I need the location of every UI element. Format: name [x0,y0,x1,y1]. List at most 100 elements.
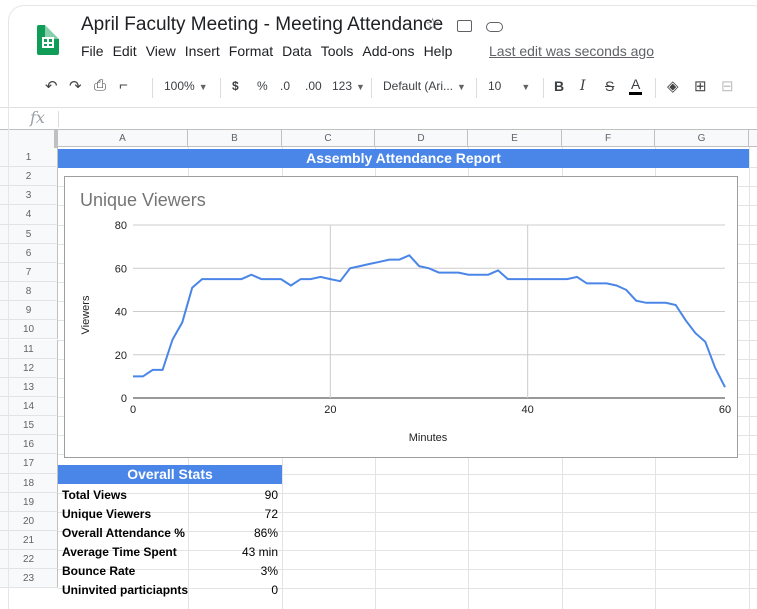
stat-label-bounce-rate[interactable]: Bounce Rate [62,564,135,578]
zoom-value: 100% [164,79,195,93]
stat-value-unique-viewers[interactable]: 72 [265,507,278,521]
x-tick-label: 0 [130,404,136,416]
x-tick-label: 20 [324,404,336,416]
fill-color-icon[interactable]: ◈ [667,77,679,95]
row-header-3[interactable]: 3 [0,186,58,206]
menu-addons[interactable]: Add-ons [362,43,414,59]
column-header-c[interactable]: C [282,130,375,147]
toolbar-divider [476,78,477,98]
row-header-18[interactable]: 18 [0,473,58,493]
merge-cells-icon[interactable]: ⊟ [721,77,734,95]
row-header-7[interactable]: 7 [0,262,58,283]
stat-value-avg-time[interactable]: 43 min [242,545,278,559]
last-edit-link[interactable]: Last edit was seconds ago [489,43,654,59]
menu-tools[interactable]: Tools [321,43,354,59]
zoom-select[interactable]: 100% ▼ [164,79,208,93]
menu-help[interactable]: Help [424,43,453,59]
row-gridline [58,492,757,494]
borders-icon[interactable]: ⊞ [694,77,707,95]
fx-icon: fx [30,108,45,127]
row-header-20[interactable]: 20 [0,511,58,531]
font-size-value: 10 [488,79,502,93]
report-title-cell[interactable]: Assembly Attendance Report [58,149,749,168]
row-header-14[interactable]: 14 [0,396,58,417]
font-select[interactable]: Default (Ari... ▼ [383,79,466,93]
row-header-16[interactable]: 16 [0,435,58,455]
stat-label-unique-viewers[interactable]: Unique Viewers [62,507,151,521]
menu-file[interactable]: File [81,43,104,59]
menu-bar: File Edit View Insert Format Data Tools … [81,43,461,59]
stat-value-attendance[interactable]: 86% [254,526,278,540]
text-color-button[interactable]: A [629,76,643,95]
number-format-value: 123 [332,79,353,93]
column-header-f[interactable]: F [562,130,655,147]
row-header-13[interactable]: 13 [0,377,58,397]
star-icon[interactable]: ☆ [425,16,443,34]
row-header-19[interactable]: 19 [0,492,58,512]
strikethrough-button[interactable]: S [605,78,614,94]
row-header-12[interactable]: 12 [0,358,58,378]
number-format-select[interactable]: 123 ▼ [332,79,365,93]
row-header-17[interactable]: 17 [0,454,58,474]
currency-button[interactable]: $ [232,79,239,93]
move-to-folder-icon[interactable] [455,16,473,34]
increase-decimal-button[interactable]: .00 [305,79,322,93]
menu-view[interactable]: View [146,43,176,59]
menu-insert[interactable]: Insert [185,43,220,59]
row-header-4[interactable]: 4 [0,205,58,225]
row-header-8[interactable]: 8 [0,282,58,302]
stat-label-uninvited[interactable]: Uninvited particiapnts [62,583,188,597]
stat-label-avg-time[interactable]: Average Time Spent [62,545,177,559]
stat-value-uninvited[interactable]: 0 [271,583,278,597]
formula-bar[interactable]: fx [0,107,757,129]
column-header-a[interactable]: A [58,130,188,147]
row-header-21[interactable]: 21 [0,531,58,551]
embedded-chart[interactable]: Unique Viewers 0 20 40 60 80 0 20 40 60 Minutes … [64,176,738,458]
row-header-15[interactable]: 15 [0,416,58,436]
x-tick-label: 40 [522,404,534,416]
y-axis-label: Viewers [80,295,92,334]
formula-divider [58,111,59,127]
stat-label-attendance[interactable]: Overall Attendance % [62,526,185,540]
row-header-10[interactable]: 10 [0,320,58,340]
column-header-g[interactable]: G [655,130,749,147]
toolbar-divider [371,78,372,98]
row-header-6[interactable]: 6 [0,243,58,263]
stat-value-total-views[interactable]: 90 [265,488,278,502]
row-header-22[interactable]: 22 [0,550,58,570]
stat-value-bounce-rate[interactable]: 3% [261,564,278,578]
row-header-2[interactable]: 2 [0,167,58,187]
sheets-logo-icon[interactable] [37,25,59,55]
font-size-select[interactable]: 10 ▼ [488,79,530,93]
row-header-11[interactable]: 11 [0,339,58,359]
italic-button[interactable]: I [580,78,586,94]
chevron-down-icon: ▼ [198,82,208,92]
decrease-decimal-button[interactable]: .0 [280,79,290,93]
redo-icon[interactable]: ↷ [69,77,82,95]
chevron-down-icon: ▼ [356,82,365,92]
row-header-5[interactable]: 5 [0,224,58,244]
stats-header-cell[interactable]: Overall Stats [58,465,282,484]
column-header-d[interactable]: D [375,130,468,147]
chart-title: Unique Viewers [80,190,206,210]
cloud-status-icon[interactable] [485,16,503,34]
print-icon[interactable]: ⎙ [94,77,106,94]
row-header-1[interactable]: 1 [0,148,58,168]
paint-format-icon[interactable]: ⌐ [119,77,128,94]
bold-button[interactable]: B [554,78,564,94]
y-tick-label: 40 [115,307,127,319]
undo-icon[interactable]: ↶ [45,77,58,95]
column-header-e[interactable]: E [468,130,562,147]
document-title[interactable]: April Faculty Meeting - Meeting Attendan… [81,14,443,36]
column-header-row: A B C D E F G [0,129,757,148]
select-all-corner[interactable] [0,130,58,148]
row-header-9[interactable]: 9 [0,301,58,321]
stat-label-total-views[interactable]: Total Views [62,488,127,502]
menu-format[interactable]: Format [229,43,273,59]
percent-button[interactable]: % [257,79,268,93]
y-tick-label: 20 [115,350,127,362]
menu-edit[interactable]: Edit [113,43,137,59]
row-header-23[interactable]: 23 [0,569,58,589]
menu-data[interactable]: Data [282,43,312,59]
column-header-b[interactable]: B [188,130,282,147]
